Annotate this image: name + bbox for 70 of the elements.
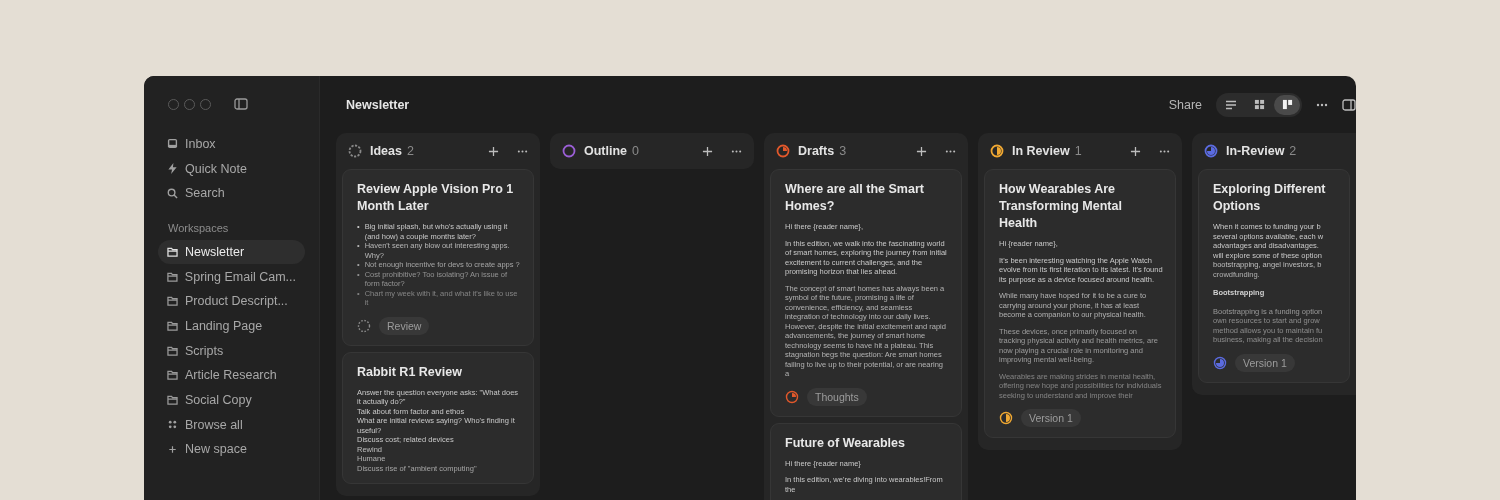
nav-item[interactable]: Search xyxy=(158,181,305,206)
panel-toggle-icon[interactable] xyxy=(1342,98,1356,111)
status-icon xyxy=(357,318,371,333)
nav-item[interactable]: Inbox xyxy=(158,132,305,156)
nav-item[interactable]: Browse all xyxy=(158,412,305,437)
column-count: 2 xyxy=(406,144,414,158)
add-icon[interactable] xyxy=(1130,145,1141,157)
note-card[interactable] xyxy=(770,169,962,417)
board-view-button[interactable] xyxy=(1274,94,1300,115)
add-icon[interactable] xyxy=(488,145,499,157)
folder-icon xyxy=(167,296,178,307)
folder-icon xyxy=(167,320,178,331)
workspace-item[interactable]: Scripts xyxy=(158,338,305,363)
column-title: In-Review xyxy=(1226,144,1285,158)
nav-item[interactable]: New space xyxy=(158,437,305,462)
tag-chip: Version 1 xyxy=(1235,353,1295,372)
more-icon[interactable] xyxy=(945,149,956,153)
page-title: Newsletter xyxy=(346,97,410,112)
note-card[interactable] xyxy=(342,169,534,346)
column-count: 2 xyxy=(1289,144,1297,158)
sidebar-toggle-icon[interactable] xyxy=(234,98,248,110)
workspace-item[interactable]: Newsletter xyxy=(158,240,305,264)
column-title: Outline xyxy=(584,144,628,158)
share-button[interactable]: Share xyxy=(1168,97,1202,112)
status-icon xyxy=(1213,355,1227,370)
add-icon[interactable] xyxy=(916,145,927,157)
list-icon xyxy=(1225,99,1237,110)
folder-icon xyxy=(167,345,178,356)
note-card[interactable] xyxy=(1198,169,1350,383)
folder-icon xyxy=(167,395,178,406)
workspace-item[interactable]: Social Copy xyxy=(158,388,305,412)
more-icon[interactable] xyxy=(731,149,742,153)
card-title: How Wearables Are Transforming Mental Health xyxy=(999,181,1123,232)
inbox-icon xyxy=(167,138,178,150)
workspace-item[interactable]: Article Research xyxy=(158,363,305,388)
add-icon[interactable] xyxy=(702,145,713,157)
workspace-item[interactable]: Landing Page xyxy=(158,314,305,338)
status-icon xyxy=(785,389,799,404)
column-title: In Review xyxy=(1012,144,1070,158)
card-title: Where are all the Smart Homes? xyxy=(785,181,925,215)
lightning-icon xyxy=(167,163,178,175)
more-icon[interactable] xyxy=(517,149,528,153)
workspace-item[interactable]: Product Descript... xyxy=(158,289,305,314)
search-icon xyxy=(167,187,178,199)
folder-icon xyxy=(167,271,178,282)
folder-icon xyxy=(167,370,178,381)
status-icon xyxy=(999,411,1013,425)
card-title: Review Apple Vision Pro 1 Month Later xyxy=(357,181,515,215)
nav-item[interactable]: Quick Note xyxy=(158,156,305,181)
grid-icon xyxy=(1253,99,1265,110)
folder-icon xyxy=(167,246,178,257)
column-count: 0 xyxy=(632,144,639,158)
column-count: 1 xyxy=(1074,144,1082,158)
tag-chip: Version 1 xyxy=(1021,409,1081,427)
card-title: Exploring Different Options xyxy=(1213,181,1327,215)
column-title: Ideas xyxy=(370,144,402,158)
column-count: 3 xyxy=(839,144,847,158)
board-icon xyxy=(1281,99,1293,110)
card-title: Future of Wearables xyxy=(785,434,906,452)
workspace-item[interactable]: Spring Email Cam... xyxy=(158,264,305,289)
more-icon[interactable] xyxy=(1316,102,1328,107)
section-heading: Workspaces xyxy=(167,221,230,237)
column-title: Drafts xyxy=(798,144,835,158)
more-icon[interactable] xyxy=(1159,149,1170,153)
note-card[interactable] xyxy=(984,169,1176,438)
tag-chip: Thoughts xyxy=(807,387,867,406)
plus-icon xyxy=(167,443,178,455)
card-title: Rabbit R1 Review xyxy=(357,363,463,381)
dots-grid-icon xyxy=(167,419,178,431)
tag-chip: Review xyxy=(379,316,430,335)
